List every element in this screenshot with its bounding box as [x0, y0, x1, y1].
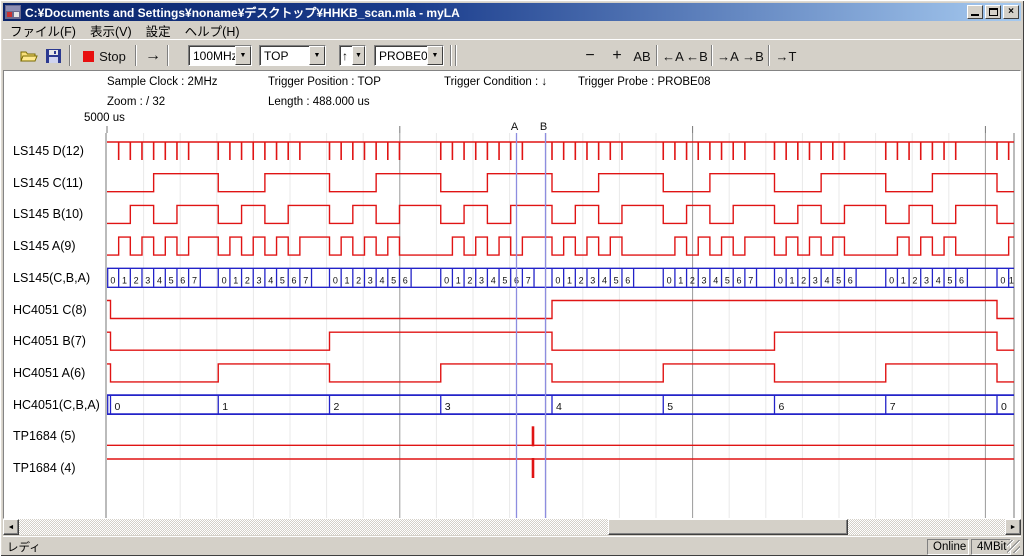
trigger-position-combo[interactable]: TOP ▼ [259, 45, 326, 66]
titlebar[interactable]: C:¥Documents and Settings¥noname¥デスクトップ¥… [3, 3, 1021, 21]
maximize-icon [989, 8, 998, 16]
dropdown-arrow-icon[interactable]: ▼ [427, 46, 443, 65]
toolbar-separator [167, 45, 169, 66]
run-button[interactable]: → [141, 44, 165, 68]
channel-label-ls145-c-b-a-: LS145(C,B,A) [13, 271, 90, 285]
horizontal-scrollbar[interactable]: ◄ ► [3, 519, 1021, 535]
status-ready: レディ [7, 539, 41, 555]
channel-label-ls145-b-10-: LS145 B(10) [13, 207, 83, 221]
statusbar: レディ Online 4MBit [3, 536, 1021, 554]
status-memory-badge: 4MBit [971, 539, 1011, 555]
info-length: Length : 488.000 us [268, 96, 370, 108]
channel-label-ls145-d-12-: LS145 D(12) [13, 144, 84, 158]
maximize-button[interactable] [985, 5, 1001, 19]
menu-help[interactable]: ヘルプ(H) [178, 20, 247, 41]
menu-settings[interactable]: 設定 [139, 20, 178, 41]
waveform-client-area[interactable] [3, 70, 1021, 519]
dropdown-arrow-icon[interactable]: ▼ [309, 46, 325, 65]
scroll-right-icon: ► [1010, 524, 1017, 531]
toolbar-separator [768, 45, 770, 66]
toolbar-separator [450, 45, 452, 66]
scroll-right-button[interactable]: ► [1005, 519, 1021, 535]
window-title: C:¥Documents and Settings¥noname¥デスクトップ¥… [21, 4, 967, 21]
app-window: C:¥Documents and Settings¥noname¥デスクトップ¥… [0, 0, 1024, 556]
toolbar-separator [455, 45, 457, 66]
open-file-button[interactable] [17, 44, 41, 68]
toolbar-separator [711, 45, 713, 66]
minimize-button[interactable] [967, 5, 983, 19]
close-icon: × [1008, 7, 1014, 17]
open-folder-icon [20, 49, 38, 63]
goto-a-left-button[interactable]: ←A [660, 44, 686, 68]
toolbar: Stop → 100MHz ▼ TOP ▼ ↑ ▼ PROBE00 ▼ − + … [3, 39, 1021, 70]
channel-label-ls145-a-9-: LS145 A(9) [13, 239, 76, 253]
sample-clock-combo[interactable]: 100MHz ▼ [188, 45, 252, 66]
goto-b-right-button[interactable]: →B [740, 44, 766, 68]
info-zoom: Zoom : / 32 [107, 96, 165, 108]
channel-label-tp1684-5-: TP1684 (5) [13, 429, 76, 443]
zoom-out-button[interactable]: − [579, 44, 601, 68]
channel-label-tp1684-4-: TP1684 (4) [13, 461, 76, 475]
toolbar-separator [135, 45, 137, 66]
scroll-left-icon: ◄ [8, 524, 15, 531]
menu-file[interactable]: ファイル(F) [3, 20, 83, 41]
close-button[interactable]: × [1003, 5, 1019, 19]
trigger-edge-combo[interactable]: ↑ ▼ [339, 45, 366, 66]
ab-cursors-button[interactable]: AB [629, 44, 655, 68]
goto-b-left-button[interactable]: ←B [684, 44, 710, 68]
channel-label-hc4051-a-6-: HC4051 A(6) [13, 366, 85, 380]
stop-button[interactable]: Stop [77, 44, 132, 68]
resize-grip-icon[interactable] [1007, 540, 1020, 553]
channel-label-hc4051-c-8-: HC4051 C(8) [13, 303, 87, 317]
menubar: ファイル(F) 表示(V) 設定 ヘルプ(H) [3, 21, 1021, 39]
dropdown-arrow-icon[interactable]: ▼ [352, 46, 365, 65]
toolbar-separator [656, 45, 658, 66]
info-sample-clock: Sample Clock : 2MHz [107, 76, 218, 88]
ruler-time-label: 5000 us [84, 112, 125, 124]
menu-view[interactable]: 表示(V) [83, 20, 139, 41]
channel-label-ls145-c-11-: LS145 C(11) [13, 176, 83, 190]
goto-a-right-button[interactable]: →A [715, 44, 741, 68]
trigger-probe-combo[interactable]: PROBE00 ▼ [374, 45, 444, 66]
info-trigger-position: Trigger Position : TOP [268, 76, 381, 88]
minimize-icon [971, 8, 979, 16]
channel-label-hc4051-c-b-a-: HC4051(C,B,A) [13, 398, 100, 412]
channel-label-hc4051-b-7-: HC4051 B(7) [13, 334, 86, 348]
info-trigger-probe: Trigger Probe : PROBE08 [578, 76, 711, 88]
scrollbar-thumb[interactable] [608, 519, 848, 535]
save-button[interactable] [41, 44, 65, 68]
toolbar-separator [69, 45, 71, 66]
goto-trigger-button[interactable]: →T [773, 44, 799, 68]
scroll-left-button[interactable]: ◄ [3, 519, 19, 535]
app-icon [5, 5, 21, 19]
zoom-in-button[interactable]: + [606, 44, 628, 68]
floppy-disk-icon [46, 49, 61, 63]
stop-icon [83, 51, 94, 62]
info-trigger-condition: Trigger Condition : ↓ [444, 76, 547, 88]
status-online-badge: Online [927, 539, 969, 555]
dropdown-arrow-icon[interactable]: ▼ [235, 46, 251, 65]
